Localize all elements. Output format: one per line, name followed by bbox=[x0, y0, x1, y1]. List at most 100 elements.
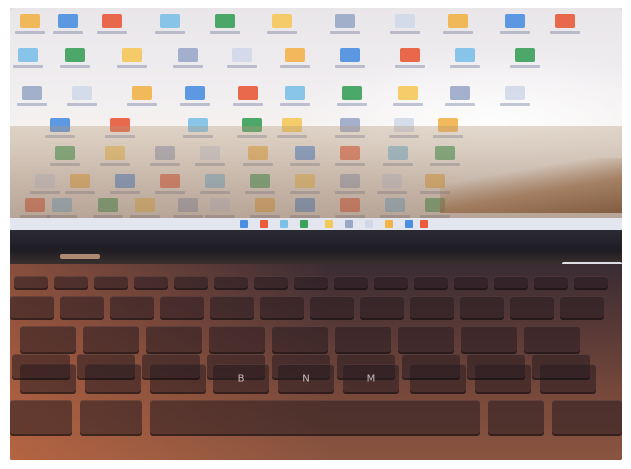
desktop-icon-caption bbox=[67, 103, 97, 106]
key-b: B bbox=[213, 364, 269, 394]
desktop-icon-caption bbox=[510, 65, 540, 68]
desktop-icon-caption bbox=[180, 103, 210, 106]
keyboard-key bbox=[60, 296, 104, 320]
desktop-icon bbox=[505, 14, 525, 28]
keyboard-key bbox=[410, 296, 454, 320]
keyboard-key bbox=[532, 354, 590, 380]
desktop-icon-caption bbox=[337, 103, 367, 106]
keyboard-key bbox=[294, 276, 328, 290]
keyboard-key bbox=[398, 326, 454, 354]
keyboard-key bbox=[12, 354, 70, 380]
keyboard-key bbox=[174, 276, 208, 290]
desktop-icon-caption bbox=[155, 31, 185, 34]
desktop-icon bbox=[340, 48, 360, 62]
desktop-icon-caption bbox=[280, 65, 310, 68]
desktop-icon-caption bbox=[443, 31, 473, 34]
taskbar-app-icon bbox=[325, 220, 333, 228]
taskbar-app-icon bbox=[280, 220, 288, 228]
desktop-icon-caption bbox=[450, 65, 480, 68]
keyboard-key bbox=[10, 296, 54, 320]
key-n: N bbox=[278, 364, 334, 394]
desktop-icon bbox=[132, 86, 152, 100]
keyboard-key bbox=[552, 400, 622, 436]
desktop-icon-caption bbox=[335, 65, 365, 68]
desktop-icon-caption bbox=[395, 65, 425, 68]
reflected-landscape bbox=[440, 158, 622, 213]
laptop-photo: B N M bbox=[0, 0, 631, 469]
keyboard-key bbox=[494, 276, 528, 290]
keyboard-key bbox=[360, 296, 404, 320]
taskbar-app-icon bbox=[260, 220, 268, 228]
desktop-icon bbox=[342, 86, 362, 100]
keyboard-key bbox=[461, 326, 517, 354]
desktop-icon bbox=[395, 14, 415, 28]
keyboard-key bbox=[335, 326, 391, 354]
taskbar-app-icon bbox=[420, 220, 428, 228]
desktop-icon bbox=[185, 86, 205, 100]
desktop-icon-caption bbox=[233, 103, 263, 106]
keyboard-key bbox=[510, 296, 554, 320]
keyboard-key bbox=[94, 276, 128, 290]
keyboard-key bbox=[488, 400, 544, 436]
keyboard-key bbox=[80, 400, 142, 436]
keyboard-key bbox=[524, 326, 580, 354]
taskbar-app-icon bbox=[385, 220, 393, 228]
keyboard-key bbox=[10, 400, 72, 436]
desktop-icon-caption bbox=[280, 103, 310, 106]
desktop-icon bbox=[455, 48, 475, 62]
desktop-icon bbox=[272, 14, 292, 28]
desktop-icon-caption bbox=[227, 65, 257, 68]
key-m: M bbox=[343, 364, 399, 394]
taskbar-app-icon bbox=[240, 220, 248, 228]
desktop-icon-caption bbox=[210, 31, 240, 34]
keyboard-key bbox=[574, 276, 608, 290]
desktop-icon bbox=[400, 48, 420, 62]
desktop-icon bbox=[20, 14, 40, 28]
desktop-icon bbox=[65, 48, 85, 62]
keyboard-key bbox=[414, 276, 448, 290]
desktop-icon bbox=[22, 86, 42, 100]
photo-frame: B N M bbox=[10, 8, 622, 460]
desktop-icon bbox=[285, 48, 305, 62]
keyboard-key bbox=[467, 354, 525, 380]
keyboard-key bbox=[560, 296, 604, 320]
desktop-icon-caption bbox=[13, 65, 43, 68]
desktop-icon bbox=[555, 14, 575, 28]
keyboard-key bbox=[54, 276, 88, 290]
desktop-icon bbox=[215, 14, 235, 28]
desktop-icon bbox=[448, 14, 468, 28]
desktop-icon-caption bbox=[445, 103, 475, 106]
desktop-icon-caption bbox=[550, 31, 580, 34]
keyboard-key bbox=[160, 296, 204, 320]
desktop-icon-caption bbox=[60, 65, 90, 68]
taskbar-app-icon bbox=[345, 220, 353, 228]
desktop-icon-caption bbox=[500, 103, 530, 106]
desktop-icon-caption bbox=[173, 65, 203, 68]
desktop-icon bbox=[515, 48, 535, 62]
keyboard-key bbox=[20, 326, 76, 354]
desktop-icon bbox=[238, 86, 258, 100]
keyboard-key bbox=[402, 354, 460, 380]
desktop-icon bbox=[232, 48, 252, 62]
keyboard-key bbox=[254, 276, 288, 290]
keyboard-key bbox=[134, 276, 168, 290]
taskbar bbox=[10, 218, 622, 230]
keyboard-key bbox=[374, 276, 408, 290]
keyboard-key bbox=[334, 276, 368, 290]
laptop-screen bbox=[10, 8, 622, 230]
desktop-icon-caption bbox=[15, 31, 45, 34]
desktop-icon bbox=[505, 86, 525, 100]
keyboard-key bbox=[77, 354, 135, 380]
hinge-glint bbox=[60, 254, 100, 259]
desktop-icon bbox=[72, 86, 92, 100]
keyboard-key bbox=[272, 326, 328, 354]
keyboard-key bbox=[14, 276, 48, 290]
desktop-icon-caption bbox=[117, 65, 147, 68]
taskbar-app-icon bbox=[365, 220, 373, 228]
taskbar-app-icon bbox=[405, 220, 413, 228]
desktop-icon bbox=[18, 48, 38, 62]
desktop-icon-caption bbox=[500, 31, 530, 34]
desktop-icon bbox=[58, 14, 78, 28]
desktop-icon bbox=[398, 86, 418, 100]
keyboard-key bbox=[310, 296, 354, 320]
